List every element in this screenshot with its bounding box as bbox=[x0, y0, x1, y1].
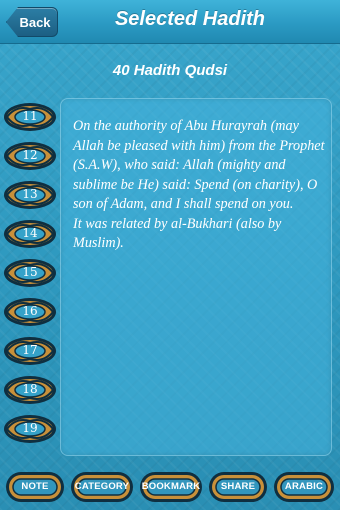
hadith-number-item[interactable]: 14 bbox=[2, 217, 58, 251]
share-label: SHARE bbox=[220, 481, 256, 492]
hadith-number-item[interactable]: 12 bbox=[2, 139, 58, 173]
arabic-button[interactable]: ARABIC bbox=[273, 470, 335, 504]
hadith-number-label: 12 bbox=[22, 148, 38, 162]
hadith-number-item[interactable]: 11 bbox=[2, 100, 58, 134]
hadith-number-label: 14 bbox=[22, 226, 38, 240]
hadith-number-label: 11 bbox=[22, 109, 38, 123]
category-button[interactable]: CATEGORY bbox=[70, 470, 134, 504]
arabic-label: ARABIC bbox=[284, 481, 324, 492]
note-label: NOTE bbox=[21, 481, 49, 492]
hadith-source: It was related by al-Bukhari (also by Mu… bbox=[73, 215, 282, 252]
navigation-bar: Back Selected Hadith bbox=[0, 0, 340, 44]
category-label: CATEGORY bbox=[74, 481, 130, 492]
hadith-text: On the authority of Abu Hurayrah (may Al… bbox=[73, 118, 325, 212]
bookmark-button[interactable]: BOOKMARK bbox=[139, 470, 203, 504]
hadith-number-item[interactable]: 19 bbox=[2, 412, 58, 446]
bottom-toolbar: NOTE CATEGORY BOOKMARK SHARE ARABIC bbox=[0, 464, 340, 510]
hadith-content-panel: On the authority of Abu Hurayrah (may Al… bbox=[60, 98, 332, 456]
hadith-number-label: 19 bbox=[22, 421, 38, 435]
hadith-number-label: 13 bbox=[22, 187, 38, 201]
hadith-number-label: 17 bbox=[22, 343, 38, 357]
note-button[interactable]: NOTE bbox=[5, 470, 65, 504]
hadith-number-item[interactable]: 13 bbox=[2, 178, 58, 212]
hadith-text-block: On the authority of Abu Hurayrah (may Al… bbox=[73, 117, 325, 254]
hadith-number-label: 18 bbox=[22, 382, 38, 396]
share-button[interactable]: SHARE bbox=[208, 470, 268, 504]
hadith-number-label: 15 bbox=[22, 265, 38, 279]
hadith-number-item[interactable]: 18 bbox=[2, 373, 58, 407]
hadith-number-item[interactable]: 16 bbox=[2, 295, 58, 329]
page-title: Selected Hadith bbox=[114, 8, 266, 30]
bookmark-label: BOOKMARK bbox=[141, 481, 201, 492]
hadith-number-item[interactable]: 15 bbox=[2, 256, 58, 290]
hadith-number-item[interactable]: 17 bbox=[2, 334, 58, 368]
back-button[interactable]: Back bbox=[6, 7, 58, 37]
hadith-number-label: 16 bbox=[22, 304, 38, 318]
collection-title: 40 Hadith Qudsi bbox=[112, 62, 228, 79]
